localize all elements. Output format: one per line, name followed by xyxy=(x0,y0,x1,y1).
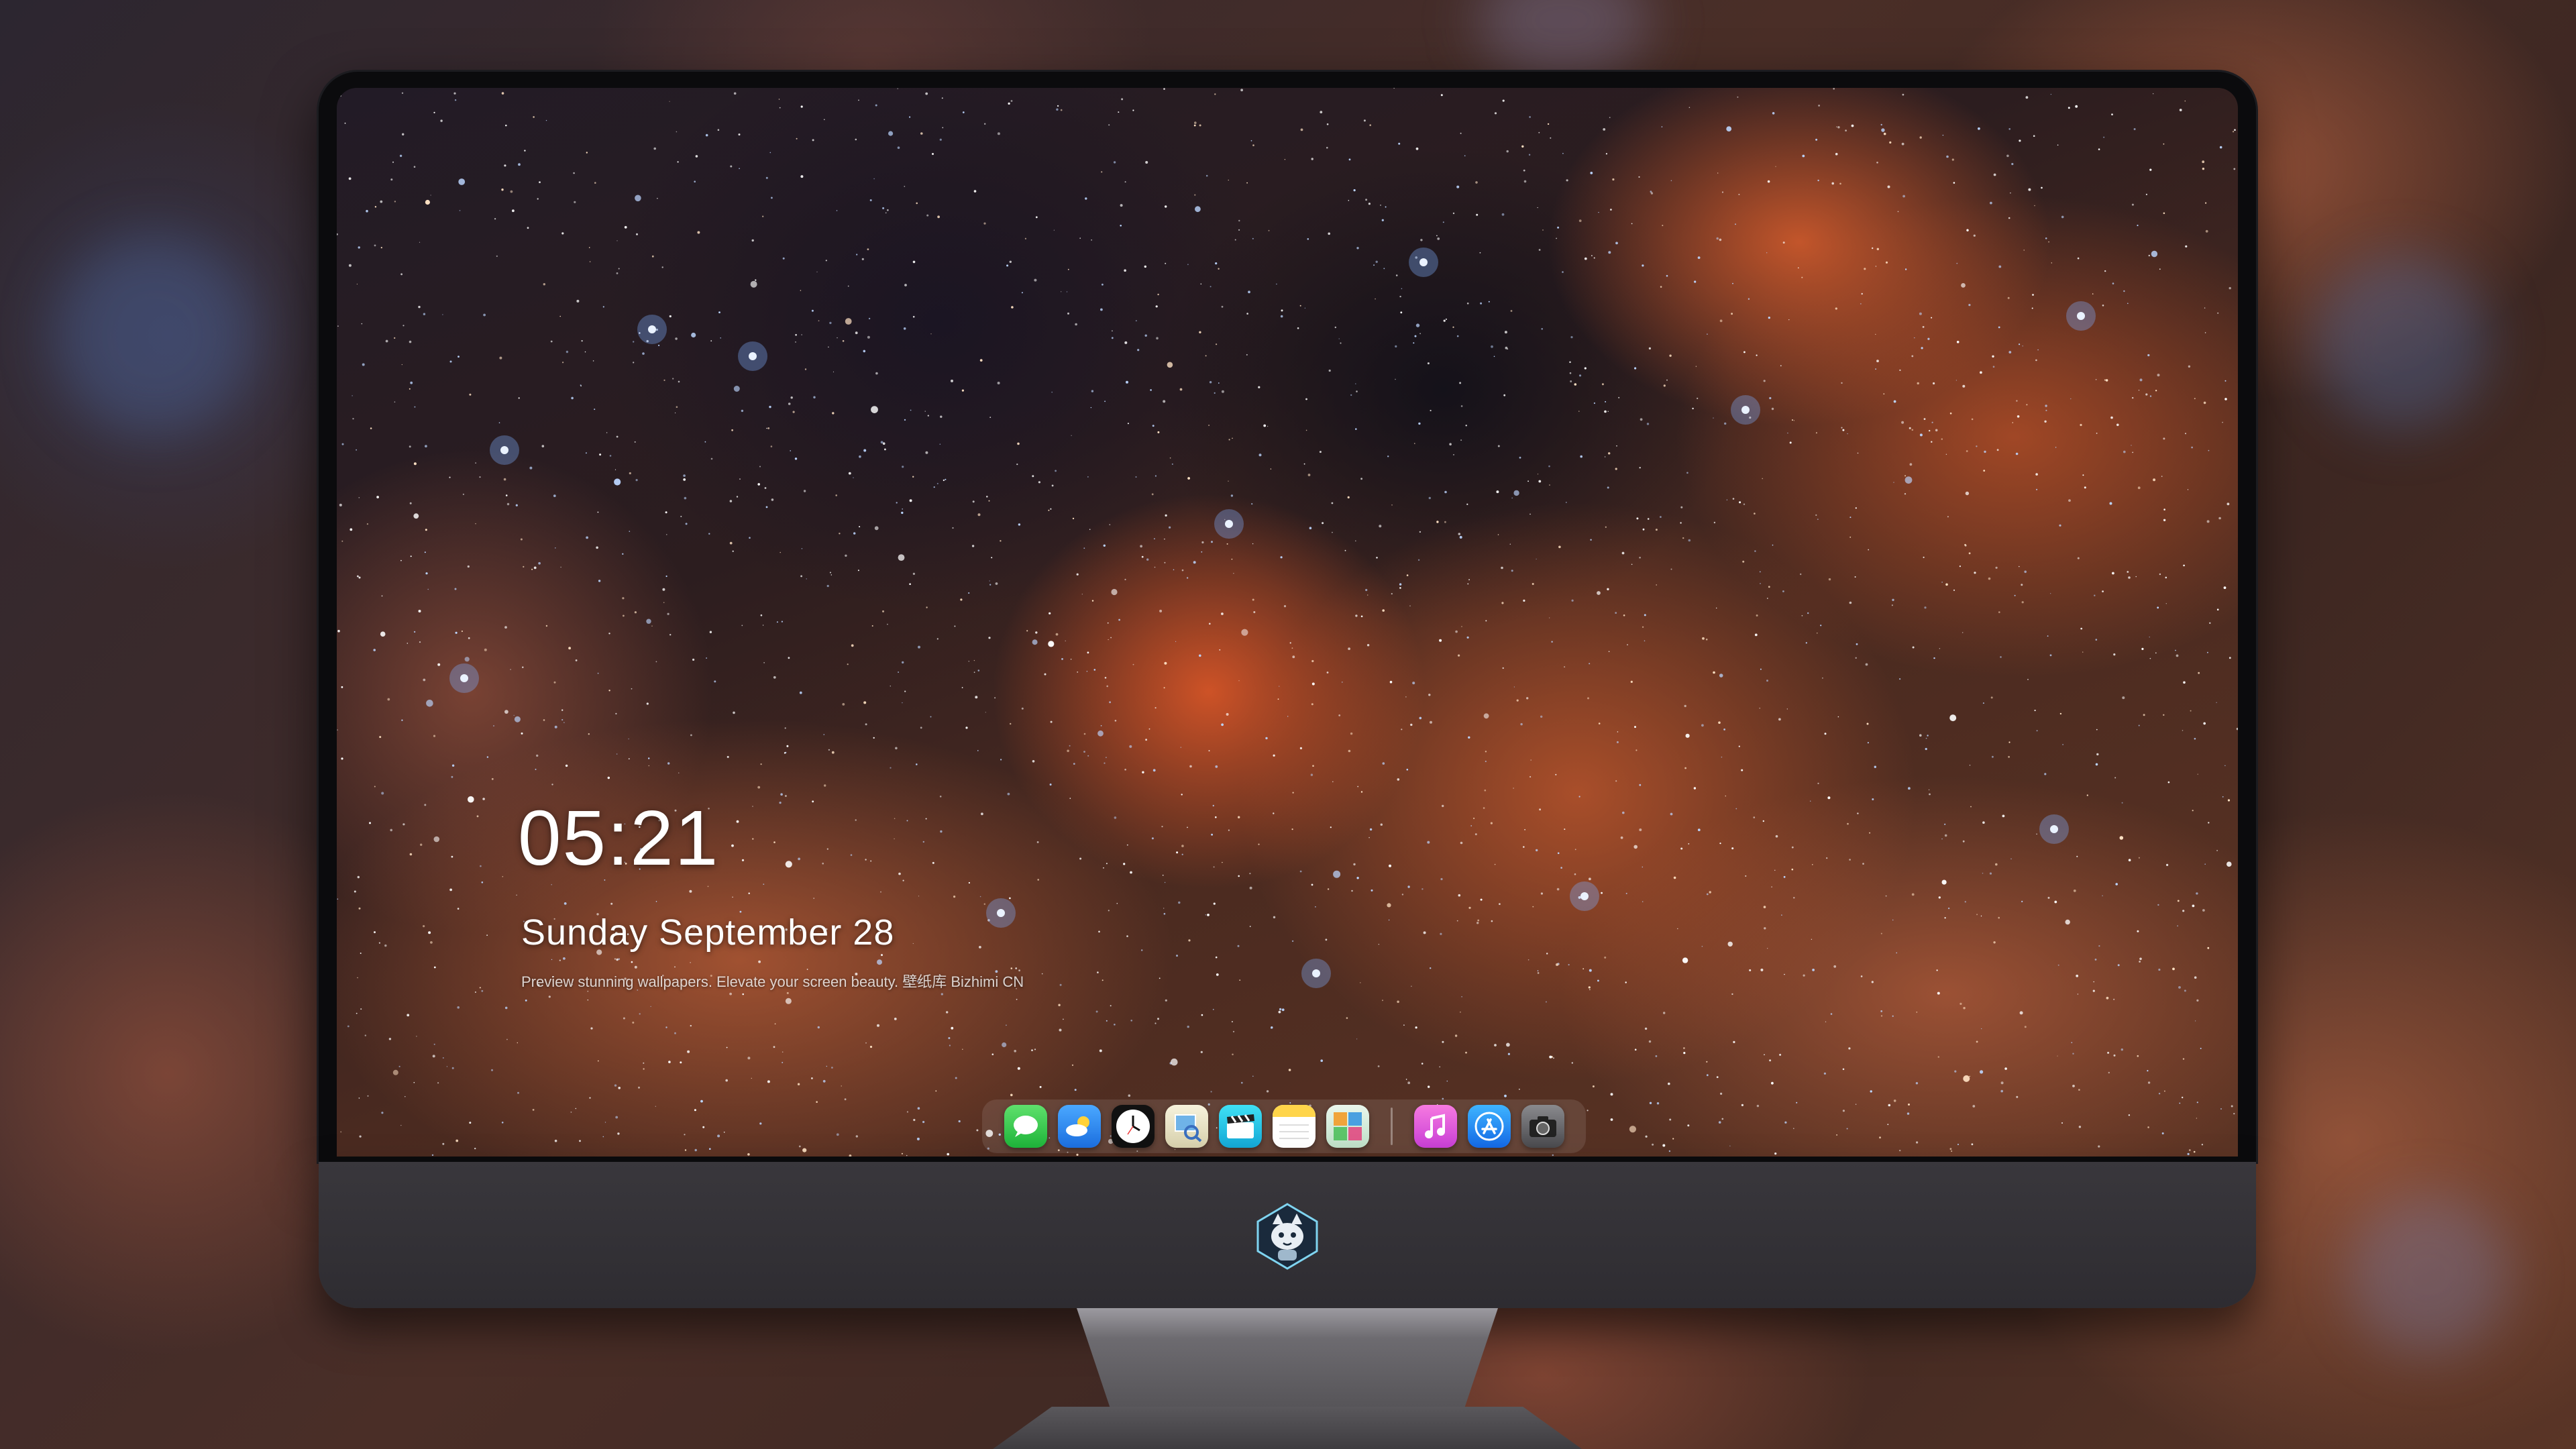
background-blur-blob xyxy=(1476,0,1650,80)
app-store-icon[interactable] xyxy=(1467,1105,1511,1148)
notes-icon[interactable] xyxy=(1272,1105,1316,1148)
monitor-stand-base xyxy=(993,1407,1582,1449)
starfield-wallpaper xyxy=(337,88,2238,1157)
monitor-bezel: 05:21 Sunday September 28 Preview stunni… xyxy=(319,72,2256,1162)
imac-monitor: 05:21 Sunday September 28 Preview stunni… xyxy=(319,72,2256,1449)
clips-icon[interactable] xyxy=(1218,1105,1262,1148)
preview-icon[interactable] xyxy=(1165,1105,1208,1148)
photo-booth-icon[interactable] xyxy=(1326,1105,1369,1148)
dock xyxy=(982,1099,1586,1153)
background-blur-blob xyxy=(2348,1194,2509,1355)
clock-icon[interactable] xyxy=(1111,1105,1155,1148)
messages-icon[interactable] xyxy=(1004,1105,1047,1148)
itunes-icon[interactable] xyxy=(1413,1105,1457,1148)
lock-clock: 05:21 xyxy=(518,794,720,881)
background-blur-blob xyxy=(2314,255,2489,429)
background-blur-blob xyxy=(54,235,255,436)
monitor-stand-neck xyxy=(1077,1308,1498,1409)
lock-date: Sunday September 28 xyxy=(521,912,895,953)
camera-icon[interactable] xyxy=(1521,1105,1564,1148)
weather-icon[interactable] xyxy=(1057,1105,1101,1148)
dock-separator xyxy=(1390,1108,1393,1145)
wallpaper-caption: Preview stunning wallpapers. Elevate you… xyxy=(521,973,1024,990)
desktop-screen: 05:21 Sunday September 28 Preview stunni… xyxy=(337,88,2238,1157)
fox-mascot-logo-icon xyxy=(1256,1203,1318,1270)
